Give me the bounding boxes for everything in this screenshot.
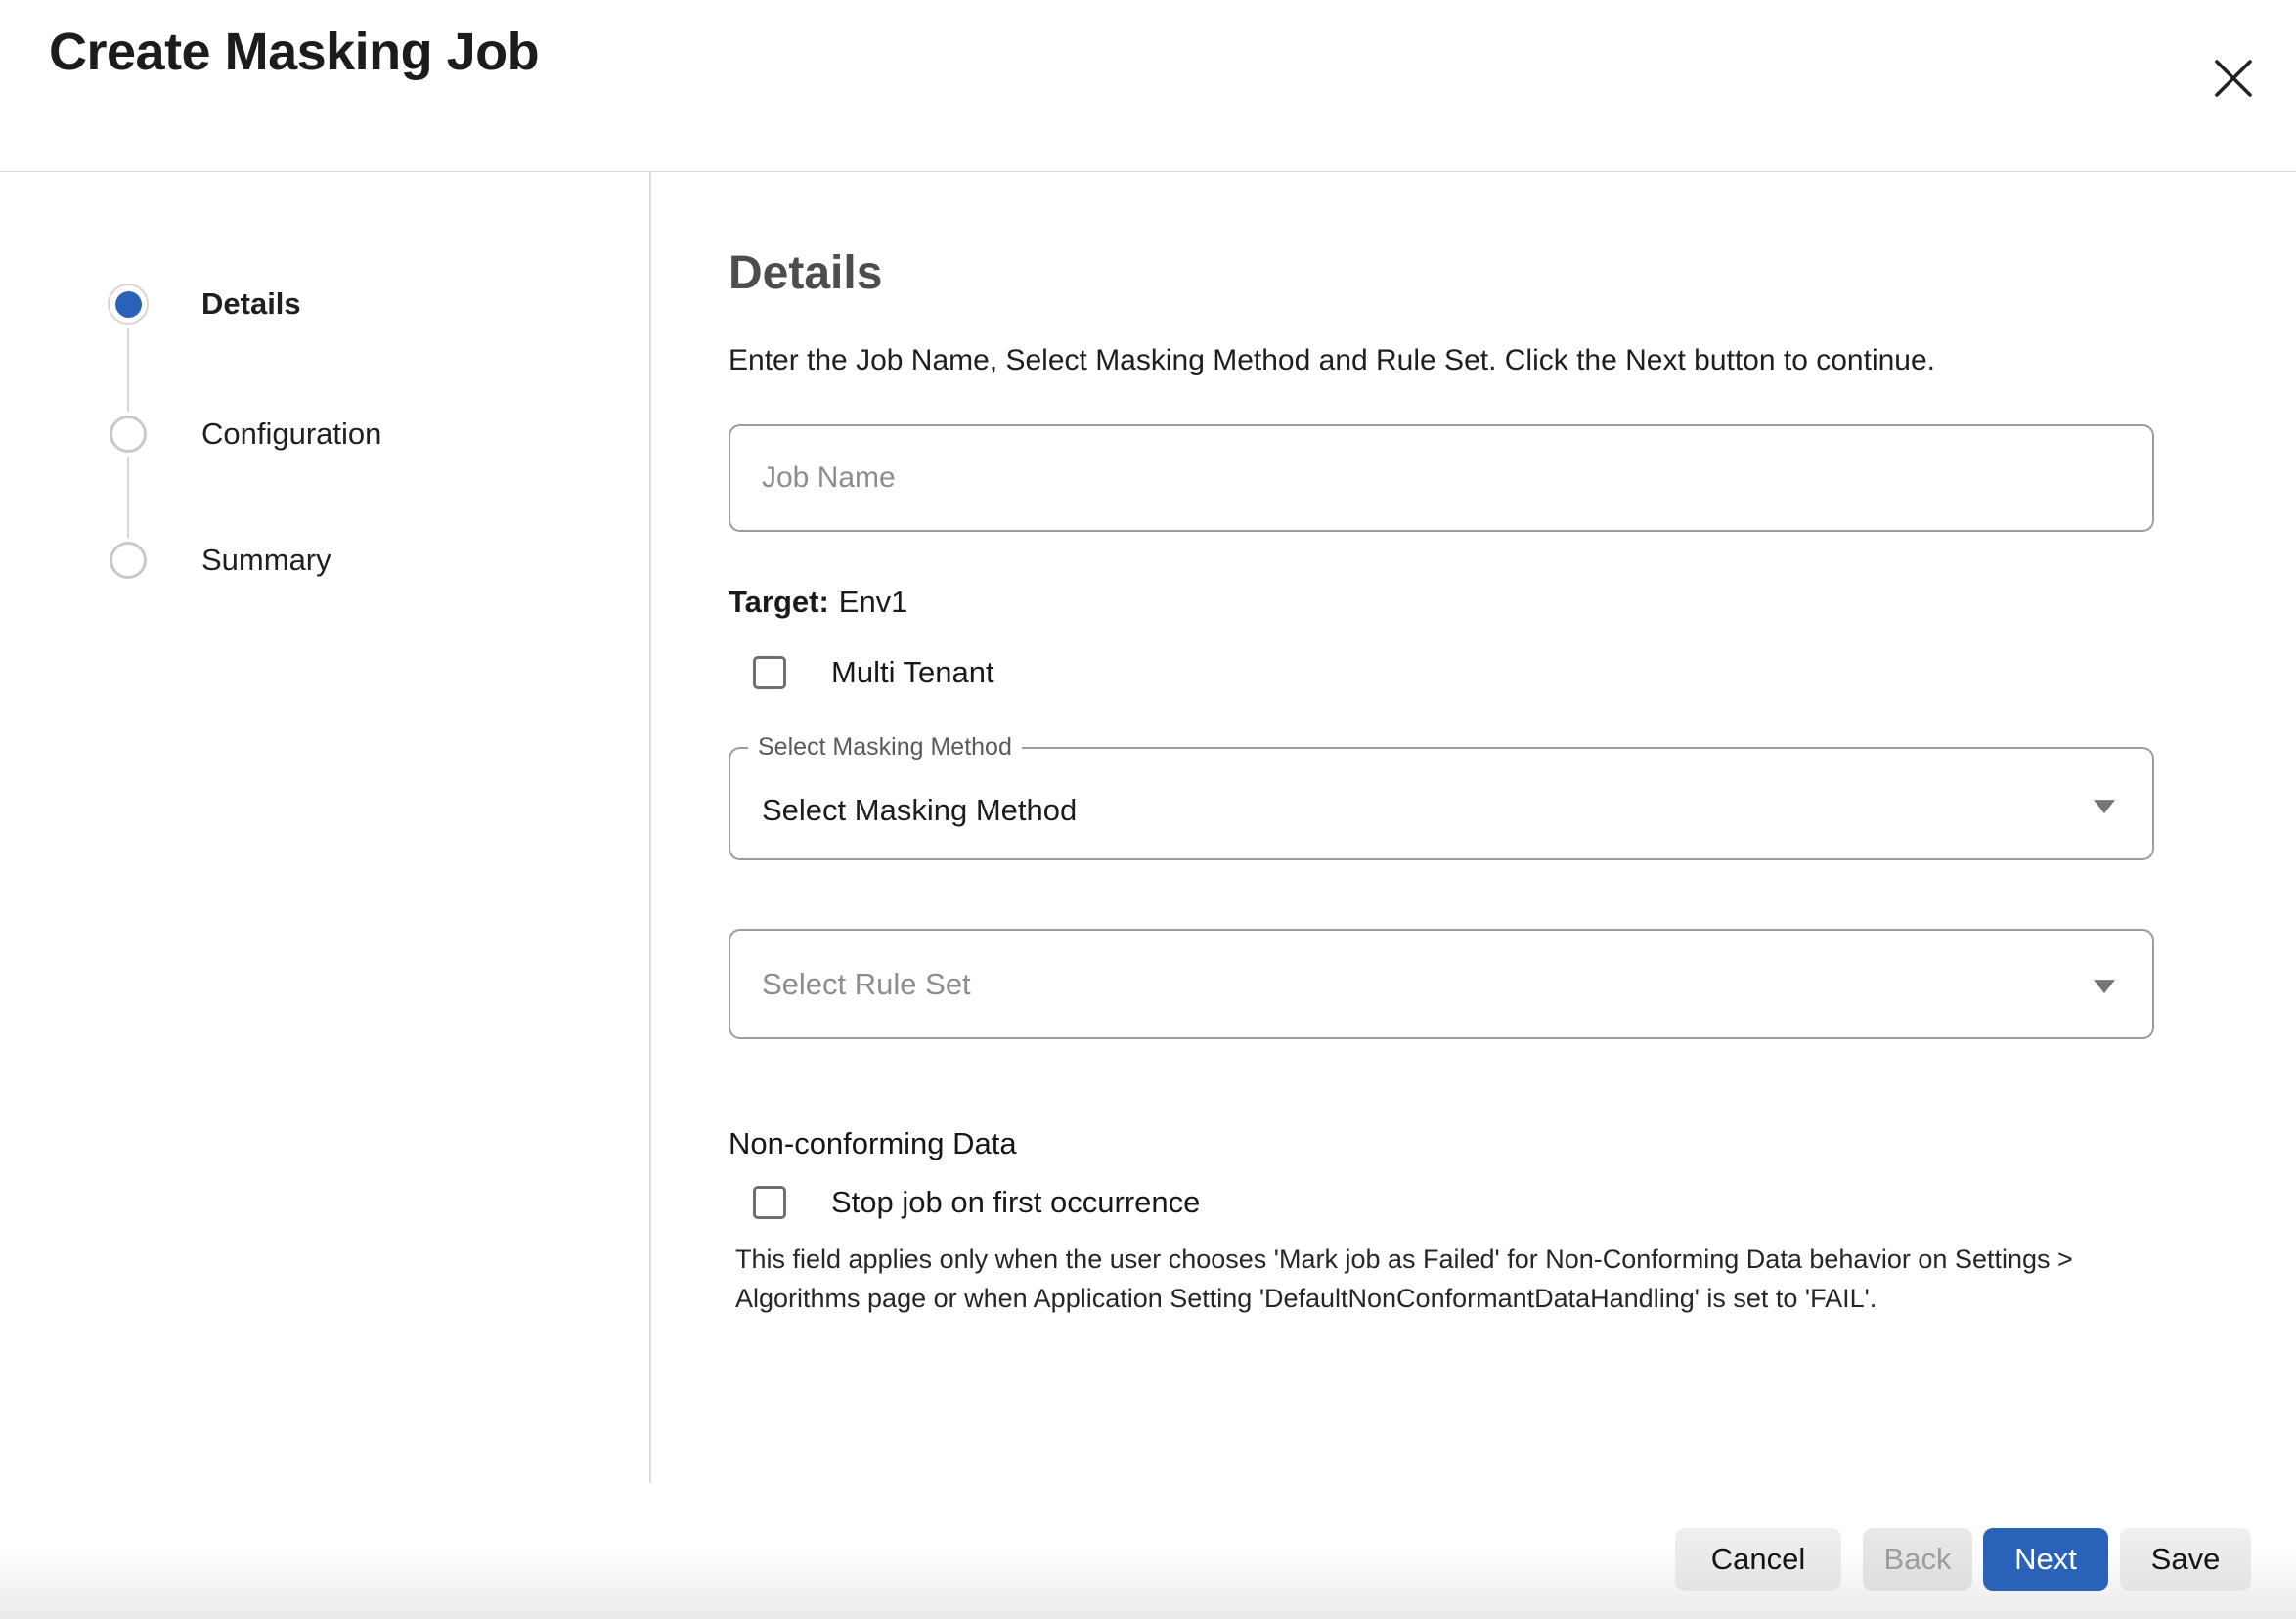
close-icon bbox=[2211, 56, 2256, 101]
multi-tenant-row: Multi Tenant bbox=[753, 655, 994, 690]
stepper-connector bbox=[127, 328, 129, 412]
masking-method-select[interactable]: Select Masking Method Select Masking Met… bbox=[729, 733, 2154, 860]
instruction-text: Enter the Job Name, Select Masking Metho… bbox=[729, 344, 1935, 377]
create-masking-job-dialog: Create Masking Job Details Configuration… bbox=[0, 0, 2296, 1619]
header-divider bbox=[0, 171, 2296, 172]
stepper-item-details[interactable]: Details bbox=[108, 284, 301, 325]
save-button[interactable]: Save bbox=[2120, 1528, 2251, 1591]
back-button[interactable]: Back bbox=[1863, 1528, 1972, 1591]
stepper-item-summary[interactable]: Summary bbox=[108, 540, 331, 581]
non-conforming-heading: Non-conforming Data bbox=[729, 1126, 1017, 1161]
step-pending-dot-icon bbox=[110, 542, 147, 579]
chevron-down-icon bbox=[2094, 980, 2115, 993]
non-conforming-helper-text: This field applies only when the user ch… bbox=[735, 1240, 2175, 1318]
chevron-down-icon bbox=[2094, 800, 2115, 813]
step-label: Summary bbox=[201, 543, 331, 578]
step-active-dot-icon bbox=[108, 284, 149, 325]
multi-tenant-checkbox[interactable] bbox=[753, 656, 786, 689]
next-button[interactable]: Next bbox=[1983, 1528, 2108, 1591]
stop-job-label: Stop job on first occurrence bbox=[831, 1185, 1200, 1220]
multi-tenant-label: Multi Tenant bbox=[831, 655, 994, 690]
stepper-item-configuration[interactable]: Configuration bbox=[108, 414, 381, 455]
masking-method-floating-label: Select Masking Method bbox=[748, 733, 1022, 762]
stepper-connector bbox=[127, 457, 129, 538]
panel-divider bbox=[649, 172, 651, 1483]
step-pending-dot-icon bbox=[110, 416, 147, 453]
rule-set-placeholder: Select Rule Set bbox=[762, 967, 971, 1002]
masking-method-value: Select Masking Method bbox=[762, 793, 1077, 828]
target-label: Target: bbox=[729, 585, 829, 619]
stop-job-checkbox[interactable] bbox=[753, 1186, 786, 1219]
step-label: Configuration bbox=[201, 416, 381, 452]
close-button[interactable] bbox=[2198, 43, 2269, 113]
stop-job-row: Stop job on first occurrence bbox=[753, 1185, 1200, 1220]
page-title: Create Masking Job bbox=[49, 22, 539, 82]
section-heading: Details bbox=[729, 246, 882, 300]
rule-set-select[interactable]: Select Rule Set bbox=[729, 929, 2154, 1039]
target-row: Target: Env1 bbox=[729, 585, 907, 620]
step-label: Details bbox=[201, 286, 301, 322]
target-value: Env1 bbox=[839, 585, 908, 619]
cancel-button[interactable]: Cancel bbox=[1675, 1528, 1841, 1591]
job-name-input[interactable] bbox=[729, 424, 2154, 532]
